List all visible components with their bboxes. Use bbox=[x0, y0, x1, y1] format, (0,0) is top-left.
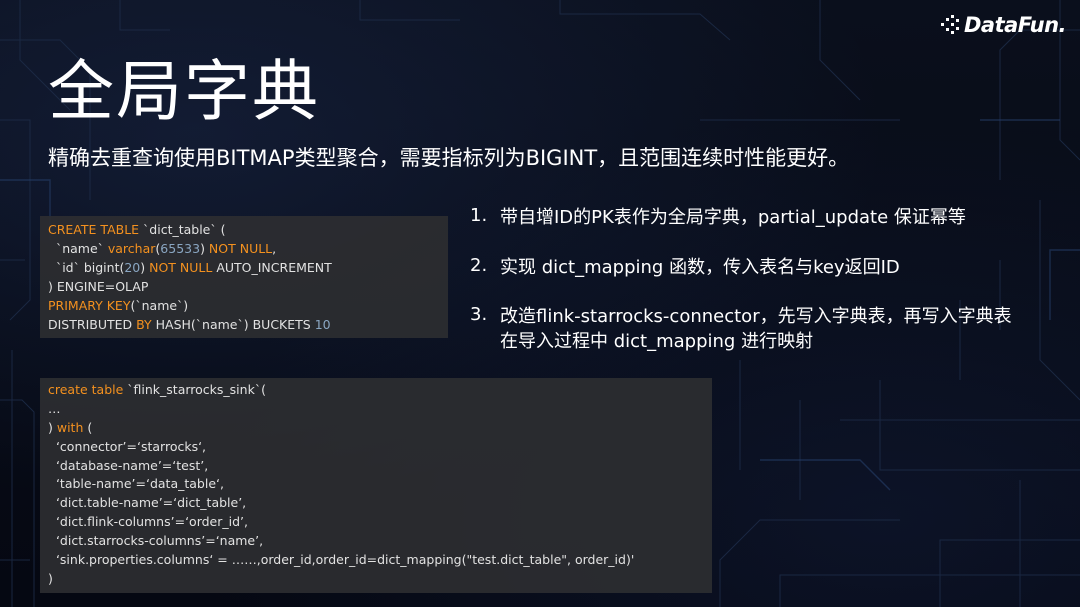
step-item: 3. 改造flink-starrocks-connector，先写入字典表，再写入… bbox=[470, 304, 1012, 354]
step-number: 1. bbox=[470, 205, 488, 226]
code-line: `name` varchar(65533) NOT NULL, bbox=[48, 239, 440, 258]
code-line: ‘database-name’=‘test’, bbox=[48, 457, 704, 476]
code-keyword: BY bbox=[136, 317, 152, 332]
code-text: ) ENGINE=OLAP bbox=[48, 279, 149, 294]
code-text: ‘dict.table-name’=‘dict_table’, bbox=[48, 495, 247, 511]
slide: DataFun. 全局字典 精确去重查询使用BITMAP类型聚合，需要指标列为B… bbox=[0, 0, 1080, 607]
code-text: ) bbox=[48, 419, 57, 435]
step-text: 改造flink-starrocks-connector，先写入字典表，再写入字典… bbox=[500, 304, 1012, 354]
step-item: 2. 实现 dict_mapping 函数，传入表名与key返回ID bbox=[470, 255, 900, 280]
step-number: 2. bbox=[470, 255, 488, 276]
code-text: DISTRIBUTED bbox=[48, 317, 137, 332]
code-text: ( bbox=[83, 419, 93, 435]
code-keyword: varchar bbox=[107, 241, 156, 256]
dict-table-code-block: CREATE TABLE `dict_table` ( `name` varch… bbox=[40, 216, 448, 338]
code-line: `id` bigint(20) NOT NULL AUTO_INCREMENT bbox=[48, 258, 440, 277]
code-line: CREATE TABLE `dict_table` ( bbox=[48, 220, 440, 239]
code-text: `name` bbox=[48, 241, 108, 256]
code-text: `id` bigint( bbox=[48, 260, 125, 275]
step-text-line: 改造flink-starrocks-connector，先写入字典表，再写入字典… bbox=[500, 306, 1012, 327]
code-line: ) ENGINE=OLAP bbox=[48, 277, 440, 296]
code-number: 20 bbox=[124, 260, 141, 275]
code-text: `flink_starrocks_sink`( bbox=[123, 382, 266, 397]
code-text: `dict_table` ( bbox=[139, 222, 226, 237]
page-subtitle: 精确去重查询使用BITMAP类型聚合，需要指标列为BIGINT，且范围连续时性能… bbox=[48, 146, 850, 170]
code-text: ‘connector’=‘starrocks‘, bbox=[48, 438, 207, 454]
code-line: ‘connector’=‘starrocks‘, bbox=[48, 438, 704, 457]
code-text: HASH(`name`) BUCKETS bbox=[151, 317, 315, 332]
code-keyword: PRIMARY KEY bbox=[48, 298, 131, 313]
code-number: 10 bbox=[314, 317, 331, 332]
datafun-logo-icon bbox=[940, 15, 959, 34]
step-text-line: 在导入过程中 dict_mapping 进行映射 bbox=[500, 331, 814, 352]
page-title: 全局字典 bbox=[48, 53, 320, 130]
code-text: , bbox=[272, 241, 277, 256]
code-line: ‘dict.starrocks-columns’=‘name’, bbox=[48, 532, 704, 551]
step-text: 实现 dict_mapping 函数，传入表名与key返回ID bbox=[500, 255, 900, 280]
code-keyword: NOT NULL bbox=[149, 260, 213, 275]
step-text-line: 带自增ID的PK表作为全局字典，partial_update 保证幂等 bbox=[500, 207, 966, 228]
code-text: AUTO_INCREMENT bbox=[212, 260, 332, 275]
code-text: ‘database-name’=‘test’, bbox=[48, 457, 209, 473]
flink-sink-code-block: create table `flink_starrocks_sink`(…) w… bbox=[40, 378, 712, 593]
code-line: ) bbox=[48, 570, 704, 589]
datafun-logo: DataFun. bbox=[940, 12, 1067, 38]
step-item: 1. 带自增ID的PK表作为全局字典，partial_update 保证幂等 bbox=[470, 205, 966, 230]
step-text: 带自增ID的PK表作为全局字典，partial_update 保证幂等 bbox=[500, 205, 966, 230]
code-text: ) bbox=[200, 241, 209, 256]
code-line: DISTRIBUTED BY HASH(`name`) BUCKETS 10 bbox=[48, 315, 440, 334]
code-line: ‘dict.table-name’=‘dict_table’, bbox=[48, 494, 704, 513]
code-keyword: NOT NULL bbox=[208, 241, 273, 256]
code-line: … bbox=[48, 400, 704, 419]
code-line: PRIMARY KEY(`name`) bbox=[48, 296, 440, 315]
code-text: ) bbox=[48, 570, 53, 586]
code-text: ‘dict.flink-columns’=‘order_id’, bbox=[48, 514, 248, 530]
code-text: ‘dict.starrocks-columns’=‘name’, bbox=[48, 533, 264, 549]
code-keyword: with bbox=[56, 419, 84, 435]
code-line: ‘dict.flink-columns’=‘order_id’, bbox=[48, 513, 704, 532]
code-text: ‘table-name’=‘data_table‘, bbox=[48, 476, 224, 492]
code-text: (`name`) bbox=[130, 298, 189, 313]
code-number: 65533 bbox=[160, 241, 201, 256]
datafun-logo-text: DataFun. bbox=[963, 13, 1067, 37]
code-text: … bbox=[48, 400, 61, 416]
code-line: create table `flink_starrocks_sink`( bbox=[48, 381, 704, 400]
code-line: ) with ( bbox=[48, 419, 704, 438]
code-line: ‘table-name’=‘data_table‘, bbox=[48, 475, 704, 494]
step-number: 3. bbox=[470, 304, 488, 325]
step-text-line: 实现 dict_mapping 函数，传入表名与key返回ID bbox=[500, 257, 900, 278]
code-keyword: CREATE TABLE bbox=[48, 222, 140, 237]
code-keyword: create table bbox=[48, 382, 124, 397]
code-text: ) bbox=[140, 260, 150, 275]
code-text: ‘sink.properties.columns‘ = ……,order_id,… bbox=[48, 552, 635, 568]
code-line: ‘sink.properties.columns‘ = ……,order_id,… bbox=[48, 551, 704, 570]
